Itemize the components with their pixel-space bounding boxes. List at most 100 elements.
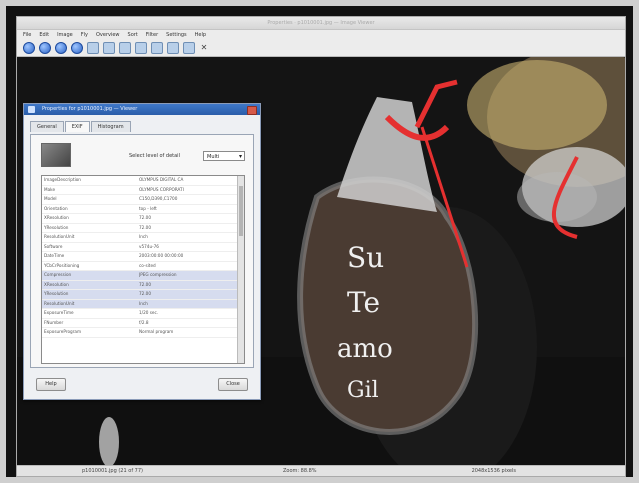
table-row[interactable]: Software v574u-76: [42, 243, 244, 252]
tab-histogram[interactable]: Histogram: [90, 121, 131, 132]
menu-settings[interactable]: Settings: [166, 32, 187, 38]
exif-key: ImageDescription: [44, 177, 81, 182]
exif-key: Software: [44, 243, 63, 249]
app-window: Properties · p1010001.jpg — Image Viewer…: [16, 16, 626, 477]
table-row[interactable]: Make OLYMPUS CORPORATI: [42, 186, 244, 195]
exif-key: ResolutionUnit: [44, 300, 75, 306]
exif-value: 72.00: [139, 215, 151, 220]
tab-exif[interactable]: EXIF: [64, 121, 90, 132]
menu-sort[interactable]: Sort: [128, 32, 138, 38]
exif-value: 1/20 sec.: [139, 310, 159, 315]
tab-general[interactable]: General: [30, 121, 64, 132]
window-titlebar: Properties · p1010001.jpg — Image Viewer: [17, 17, 625, 30]
exif-value: 2003:00:00 00:00:00: [139, 253, 184, 258]
up-icon[interactable]: [55, 42, 67, 54]
menu-image[interactable]: Image: [57, 32, 73, 38]
exif-key: XResolution: [44, 215, 69, 220]
table-row[interactable]: Model C150,D390,C1700: [42, 195, 244, 205]
help-button[interactable]: Help: [36, 378, 66, 391]
svg-text:amo: amo: [337, 334, 393, 364]
zoom-out-icon[interactable]: [151, 42, 163, 54]
table-row[interactable]: XResolution 72.00: [42, 214, 244, 224]
exif-value: top - left: [139, 205, 157, 211]
svg-text:Gil: Gil: [347, 378, 379, 403]
rotate-icon[interactable]: [183, 42, 195, 54]
exif-key: ExposureProgram: [44, 329, 82, 334]
exif-key: Model: [44, 196, 57, 201]
exif-key: ExposureTime: [44, 310, 74, 315]
fit-icon[interactable]: [167, 42, 179, 54]
image-thumbnail: [41, 143, 71, 167]
menu-bar: File Edit Image Fly Overview Sort Filter…: [17, 30, 625, 40]
exif-key: Compression: [44, 272, 72, 277]
exif-value: C150,D390,C1700: [139, 196, 178, 201]
table-row[interactable]: YResolution 72.00: [42, 290, 244, 300]
forward-icon[interactable]: [39, 42, 51, 54]
dialog-tabs: General EXIF Histogram: [24, 115, 260, 132]
properties-dialog: Properties for p1010001.jpg — Viewer Gen…: [23, 103, 261, 400]
menu-filter[interactable]: Filter: [146, 32, 158, 38]
menu-fly[interactable]: Fly: [81, 32, 88, 38]
table-row[interactable]: FNumber f/2.8: [42, 319, 244, 328]
exif-value: f/2.8: [139, 319, 149, 325]
status-size: 2048x1536 pixels: [471, 468, 516, 474]
table-row[interactable]: YCbCrPositioning co-sited: [42, 262, 244, 271]
close-icon[interactable]: ✕: [199, 43, 209, 53]
paint-icon[interactable]: [103, 42, 115, 54]
image-canvas[interactable]: Su Te amo Gil Properties for p1010001.jp…: [17, 57, 625, 466]
exif-value: Normal program: [139, 329, 174, 334]
chevron-down-icon: ▾: [238, 153, 242, 160]
dialog-close-icon[interactable]: [247, 106, 257, 115]
detail-level-label: Select level of detail: [129, 153, 180, 159]
exif-key: YCbCrPositioning: [44, 262, 80, 268]
table-row[interactable]: ResolutionUnit Inch: [42, 299, 244, 309]
svg-text:Te: Te: [347, 286, 380, 319]
menu-help[interactable]: Help: [195, 32, 206, 38]
screenshot-frame: Properties · p1010001.jpg — Image Viewer…: [0, 0, 639, 483]
dialog-icon: [28, 106, 35, 113]
table-row[interactable]: DateTime 2003:00:00 00:00:00: [42, 252, 244, 262]
exif-key: ResolutionUnit: [44, 234, 75, 239]
table-scrollbar[interactable]: [237, 176, 244, 363]
exif-value: OLYMPUS CORPORATI: [139, 186, 184, 192]
exif-key: Make: [44, 186, 56, 192]
back-icon[interactable]: [23, 42, 35, 54]
reload-icon[interactable]: [71, 42, 83, 54]
exif-value: 72.00: [139, 291, 151, 296]
table-row[interactable]: Orientation top - left: [42, 205, 244, 214]
copy-icon[interactable]: [119, 42, 131, 54]
exif-panel: Select level of detail Multi ▾ ImageDesc…: [30, 134, 254, 368]
detail-level-value: Multi: [207, 154, 220, 160]
dialog-title: Properties for p1010001.jpg — Viewer: [42, 106, 138, 112]
exif-value: 72.00: [139, 281, 151, 287]
table-row[interactable]: ResolutionUnit Inch: [42, 233, 244, 243]
status-bar: p1010001.jpg (21 of 77) Zoom: 88.8% 2048…: [17, 465, 625, 476]
table-row[interactable]: XResolution 72.00: [42, 280, 244, 290]
image-icon[interactable]: [87, 42, 99, 54]
exif-key: YResolution: [44, 291, 69, 296]
svg-text:Su: Su: [347, 241, 384, 274]
exif-value: Inch: [139, 300, 148, 306]
table-row[interactable]: ExposureTime 1/20 sec.: [42, 309, 244, 319]
exif-key: YResolution: [44, 224, 69, 230]
table-row[interactable]: ImageDescription OLYMPUS DIGITAL CA: [42, 176, 244, 186]
menu-overview[interactable]: Overview: [96, 32, 120, 38]
status-file: p1010001.jpg (21 of 77): [82, 468, 143, 474]
exif-key: DateTime: [44, 253, 65, 258]
exif-value: OLYMPUS DIGITAL CA: [139, 177, 184, 182]
status-zoom: Zoom: 88.8%: [282, 468, 317, 474]
menu-file[interactable]: File: [23, 32, 31, 38]
detail-level-select[interactable]: Multi ▾: [203, 151, 245, 161]
zoom-in-icon[interactable]: [135, 42, 147, 54]
table-row[interactable]: ExposureProgram Normal program: [42, 328, 244, 338]
exif-table: ImageDescription OLYMPUS DIGITAL CA Make O…: [41, 175, 245, 364]
table-row[interactable]: Compression JPEG compression: [42, 271, 244, 281]
dialog-titlebar: Properties for p1010001.jpg — Viewer: [24, 104, 260, 115]
table-row[interactable]: YResolution 72.00: [42, 224, 244, 233]
window-title: Properties · p1010001.jpg — Image Viewer: [267, 20, 375, 26]
close-button[interactable]: Close: [218, 378, 248, 391]
menu-edit[interactable]: Edit: [39, 32, 49, 38]
exif-key: XResolution: [44, 281, 69, 287]
exif-value: JPEG compression: [139, 272, 177, 277]
scrollbar-thumb[interactable]: [239, 186, 243, 236]
